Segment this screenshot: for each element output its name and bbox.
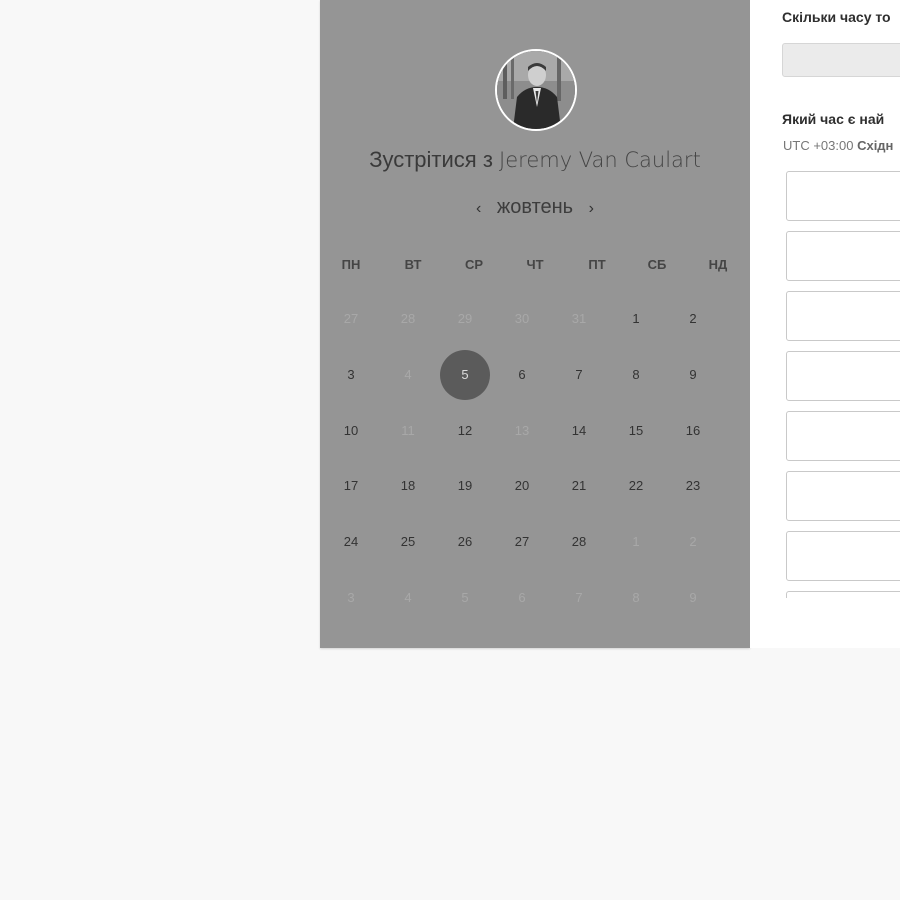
calendar-day: 5 xyxy=(461,590,469,605)
calendar-day[interactable]: 27 xyxy=(497,517,547,567)
calendar-day[interactable]: 7 xyxy=(554,350,604,400)
calendar-day: 29 xyxy=(457,311,473,326)
calendar-day[interactable]: 12 xyxy=(440,406,490,456)
host-avatar xyxy=(495,49,577,131)
title-prefix: Зустрітися з xyxy=(369,147,500,172)
calendar-day[interactable]: 21 xyxy=(554,461,604,511)
time-slot-button[interactable] xyxy=(786,591,900,598)
calendar-day: 2 xyxy=(689,534,697,549)
scheduler-panel: Зустрітися з Jeremy Van Caulart ‹ жовтен… xyxy=(320,0,750,648)
calendar-day: 31 xyxy=(571,311,587,326)
prev-month-icon[interactable]: ‹ xyxy=(466,200,491,217)
host-name: Jeremy Van Caulart xyxy=(499,148,701,172)
calendar-day: 9 xyxy=(689,590,697,605)
time-question: Який час є най xyxy=(782,111,885,127)
calendar-day[interactable]: 23 xyxy=(668,461,718,511)
timezone-label[interactable]: UTC +03:00 Східн xyxy=(783,138,893,153)
calendar-day: 13 xyxy=(514,423,530,438)
next-month-icon[interactable]: › xyxy=(579,200,604,217)
calendar-day[interactable]: 15 xyxy=(611,406,661,456)
calendar-day[interactable]: 14 xyxy=(554,406,604,456)
booking-panel: Скільки часу то Який час є най UTC +03:0… xyxy=(750,0,900,648)
duration-selector[interactable] xyxy=(782,43,900,77)
time-slot-button[interactable] xyxy=(786,471,900,521)
calendar-day: 8 xyxy=(632,590,640,605)
calendar-day: 27 xyxy=(343,311,359,326)
calendar-day: 4 xyxy=(404,590,412,605)
page-title: Зустрітися з Jeremy Van Caulart xyxy=(320,147,750,173)
calendar-day[interactable]: 25 xyxy=(383,517,433,567)
timezone-name: Східн xyxy=(857,138,894,153)
calendar-day-selected[interactable]: 5 xyxy=(440,350,490,400)
weekday-label: ВТ xyxy=(404,257,422,272)
time-slot-button[interactable] xyxy=(786,171,900,221)
time-slot-button[interactable] xyxy=(786,411,900,461)
calendar-day[interactable]: 22 xyxy=(611,461,661,511)
weekday-header: ПН ВТ СР ЧТ ПТ СБ НД xyxy=(320,257,750,273)
time-slot-button[interactable] xyxy=(786,291,900,341)
calendar-day[interactable]: 6 xyxy=(497,350,547,400)
calendar-day: 30 xyxy=(514,311,530,326)
month-label: жовтень xyxy=(496,196,574,218)
time-slot-list xyxy=(786,170,900,598)
calendar-day: 28 xyxy=(400,311,416,326)
calendar-day[interactable]: 1 xyxy=(611,294,661,344)
calendar-day[interactable]: 20 xyxy=(497,461,547,511)
weekday-label: СР xyxy=(464,257,484,272)
calendar-day[interactable]: 24 xyxy=(326,517,376,567)
calendar-day: 11 xyxy=(401,423,415,438)
calendar-day[interactable]: 18 xyxy=(383,461,433,511)
calendar-day: 1 xyxy=(632,534,640,549)
calendar-day[interactable]: 28 xyxy=(554,517,604,567)
time-slot-button[interactable] xyxy=(786,351,900,401)
time-slot-button[interactable] xyxy=(786,231,900,281)
calendar-day[interactable]: 10 xyxy=(326,406,376,456)
time-slot-button[interactable] xyxy=(786,531,900,581)
calendar-day: 4 xyxy=(404,367,412,382)
calendar-day[interactable]: 9 xyxy=(668,350,718,400)
calendar-day[interactable]: 17 xyxy=(326,461,376,511)
timezone-offset: UTC +03:00 xyxy=(783,138,854,153)
calendar-day: 7 xyxy=(575,590,583,605)
host-photo-icon xyxy=(497,51,575,129)
weekday-label: СБ xyxy=(647,257,667,272)
calendar-day[interactable]: 16 xyxy=(668,406,718,456)
weekday-label: ПН xyxy=(341,257,361,272)
calendar-day[interactable]: 19 xyxy=(440,461,490,511)
weekday-label: ЧТ xyxy=(526,257,544,272)
calendar-day: 3 xyxy=(347,590,355,605)
month-navigation: ‹ жовтень › xyxy=(320,196,750,219)
weekday-label: НД xyxy=(708,257,728,272)
calendar-day[interactable]: 2 xyxy=(668,294,718,344)
duration-question: Скільки часу то xyxy=(782,9,891,25)
calendar-day[interactable]: 3 xyxy=(326,350,376,400)
weekday-label: ПТ xyxy=(588,257,606,272)
calendar-day[interactable]: 8 xyxy=(611,350,661,400)
calendar-day[interactable]: 26 xyxy=(440,517,490,567)
calendar-day: 6 xyxy=(518,590,526,605)
